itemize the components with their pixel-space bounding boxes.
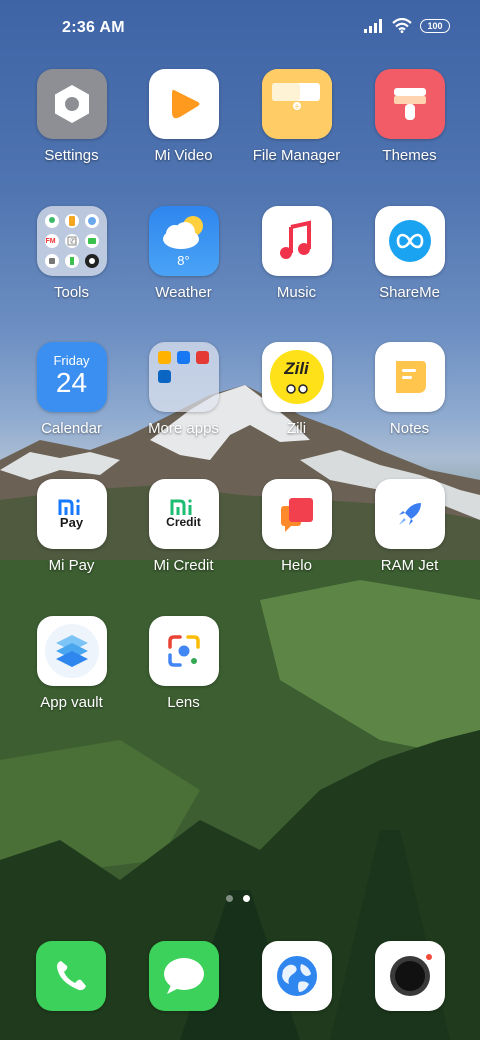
app-mi-video[interactable]: Mi Video	[127, 69, 240, 181]
calendar-icon: Friday 24	[36, 342, 107, 412]
shareme-icon	[374, 206, 445, 276]
app-themes[interactable]: Themes	[353, 69, 466, 181]
app-label: Tools	[53, 284, 90, 301]
dock-camera[interactable]	[375, 941, 445, 1011]
status-icons: 100	[364, 18, 450, 33]
app-label: Mi Credit	[153, 557, 214, 574]
app-label: Helo	[281, 557, 312, 574]
app-notes[interactable]: Notes	[353, 342, 466, 454]
app-app-vault[interactable]: App vault	[15, 616, 128, 728]
helo-icon	[261, 479, 332, 549]
app-mi-pay[interactable]: Pay Mi Pay	[15, 479, 128, 591]
tools-folder-icon: FM ✆	[36, 206, 107, 276]
zili-icon: Zili	[261, 342, 332, 412]
music-icon	[261, 206, 332, 276]
file-manager-icon: +	[261, 69, 332, 139]
app-label: Mi Video	[154, 147, 213, 164]
app-shareme[interactable]: ShareMe	[353, 206, 466, 318]
signal-icon	[364, 18, 382, 33]
weather-icon: 8°	[148, 206, 219, 276]
dock-browser[interactable]	[262, 941, 332, 1011]
more-apps-folder-icon	[148, 342, 219, 412]
rocket-icon	[374, 479, 445, 549]
settings-icon	[36, 69, 107, 139]
weather-temperature: 8°	[177, 253, 190, 268]
app-lens[interactable]: Lens	[127, 616, 240, 728]
app-file-manager[interactable]: + File Manager	[240, 69, 353, 181]
mi-pay-icon: Pay	[36, 479, 107, 549]
dock-messages[interactable]	[149, 941, 219, 1011]
mi-credit-logo-text: Credit	[166, 515, 201, 529]
tools-phone-glyph: ✆	[69, 237, 77, 246]
app-label: More apps	[148, 420, 219, 437]
app-label: Lens	[167, 694, 200, 711]
app-label: Mi Pay	[48, 557, 95, 574]
app-label: Weather	[155, 284, 212, 301]
phone-icon	[36, 941, 106, 1011]
themes-icon	[374, 69, 445, 139]
calendar-date: 24	[55, 366, 88, 398]
status-time: 2:36 AM	[62, 19, 125, 36]
svg-text:+: +	[293, 102, 300, 111]
app-label: App vault	[40, 694, 103, 711]
app-label: Notes	[389, 420, 430, 437]
wifi-icon	[392, 18, 412, 33]
app-more-apps[interactable]: More apps	[127, 342, 240, 454]
app-settings[interactable]: Settings	[15, 69, 128, 181]
app-zili[interactable]: Zili Zili	[240, 342, 353, 454]
app-label: Calendar	[41, 420, 102, 437]
app-label: Zili	[286, 420, 307, 437]
app-tools[interactable]: FM ✆ Tools	[15, 206, 128, 318]
app-calendar[interactable]: Friday 24 Calendar	[15, 342, 128, 454]
notes-icon	[374, 342, 445, 412]
battery-icon: 100	[420, 18, 450, 33]
app-label: ShareMe	[379, 284, 440, 301]
status-bar: 2:36 AM 100	[0, 0, 480, 56]
mi-credit-icon: Credit	[148, 479, 219, 549]
page-indicator	[226, 895, 250, 902]
app-vault-icon	[36, 616, 107, 686]
app-mi-credit[interactable]: Credit Mi Credit	[127, 479, 240, 591]
app-ram-jet[interactable]: RAM Jet	[353, 479, 466, 591]
app-label: Themes	[382, 147, 437, 164]
page-dot-active[interactable]	[243, 895, 250, 902]
messages-icon	[149, 941, 219, 1011]
dock-phone[interactable]	[36, 941, 106, 1011]
app-label: Settings	[44, 147, 99, 164]
app-helo[interactable]: Helo	[240, 479, 353, 591]
app-label: Music	[276, 284, 317, 301]
app-label: File Manager	[252, 147, 341, 164]
zili-logo-text: Zili	[284, 359, 309, 378]
browser-icon	[262, 941, 332, 1011]
calendar-weekday: Friday	[53, 352, 90, 368]
page-dot[interactable]	[226, 895, 233, 902]
camera-icon	[375, 941, 445, 1011]
app-music[interactable]: Music	[240, 206, 353, 318]
lens-icon	[148, 616, 219, 686]
tools-fm-glyph: FM	[45, 238, 56, 245]
app-weather[interactable]: 8° Weather	[127, 206, 240, 318]
mi-video-icon	[148, 69, 219, 139]
mi-pay-logo-text: Pay	[59, 514, 84, 530]
app-label: RAM Jet	[380, 557, 439, 574]
